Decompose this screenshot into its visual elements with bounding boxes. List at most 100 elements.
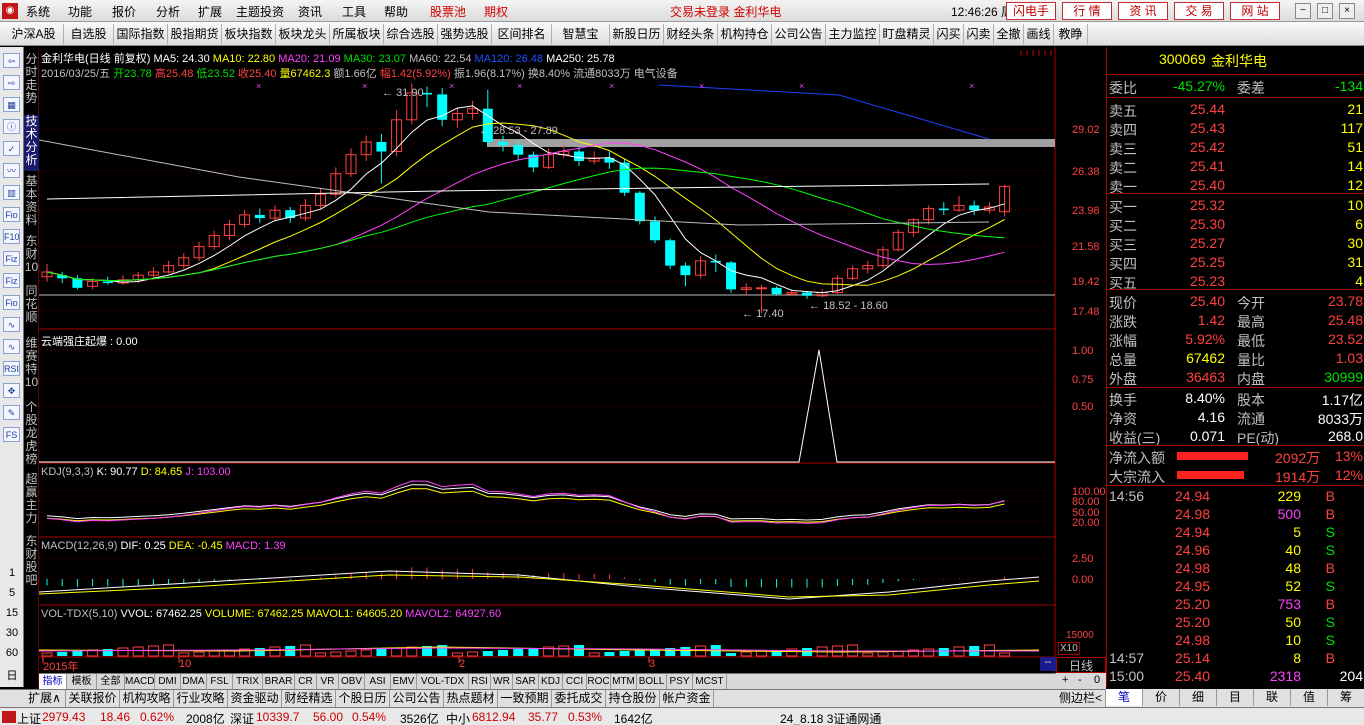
indicator-tab[interactable]: SAR	[513, 674, 539, 689]
right-panel-tab[interactable]: 联	[1254, 689, 1291, 706]
toolbar-item[interactable]: 主力监控	[826, 24, 880, 44]
indicator-tab[interactable]: PSY	[667, 674, 693, 689]
menu-item[interactable]: 分析	[156, 3, 180, 20]
vertical-tab[interactable]: 技术分析	[24, 115, 39, 171]
menu-item[interactable]: 报价	[112, 3, 136, 20]
indicator-tab[interactable]: ASI	[365, 674, 391, 689]
bottom-tab[interactable]: 持仓股份	[606, 690, 660, 707]
move-icon[interactable]: ✥	[3, 383, 20, 398]
toolbar-item[interactable]: 全撤	[994, 24, 1024, 44]
fio-icon[interactable]: Fio	[3, 207, 20, 222]
right-panel-tab[interactable]: 价	[1143, 689, 1180, 706]
menu-item[interactable]: 主题投资	[236, 3, 284, 20]
toolbar-item[interactable]: 板块龙头	[276, 24, 330, 44]
indicator-tab[interactable]: EMV	[391, 674, 417, 689]
indicator-tab[interactable]: DMI	[155, 674, 181, 689]
vertical-tab[interactable]: 基本资料	[24, 175, 39, 231]
indicator-tab[interactable]: OBV	[339, 674, 365, 689]
vertical-tab[interactable]: 同花顺	[24, 285, 39, 333]
fs-icon[interactable]: FS	[3, 427, 20, 442]
right-panel-tab[interactable]: 值	[1291, 689, 1328, 706]
vertical-tab[interactable]: 分时走势	[24, 53, 39, 109]
indicator-tab[interactable]: MACD	[125, 674, 155, 689]
line-icon[interactable]: 〰	[3, 163, 20, 178]
indicator-tab[interactable]: BOLL	[637, 674, 667, 689]
toolbar-item[interactable]: 财经头条	[664, 24, 718, 44]
right-panel-tab[interactable]: 筹	[1328, 689, 1364, 706]
top-right-button[interactable]: 闪电手	[1006, 2, 1056, 20]
indicator-tab[interactable]: WR	[491, 674, 513, 689]
indicator-tab[interactable]: CCI	[563, 674, 587, 689]
maximize-icon[interactable]: □	[1317, 3, 1333, 19]
period-button[interactable]: 60	[0, 647, 24, 659]
menu-extra[interactable]: 股票池	[430, 3, 466, 20]
indicator-tab[interactable]: FSL	[207, 674, 233, 689]
nav-right-icon[interactable]: ⇨	[3, 75, 20, 90]
toolbar-item[interactable]: 闪买	[934, 24, 964, 44]
indicator-tab[interactable]: 指标	[39, 674, 67, 689]
toolbar-item[interactable]: 公司公告	[772, 24, 826, 44]
top-right-button[interactable]: 网 站	[1230, 2, 1280, 20]
toolbar-item[interactable]: 机构持仓	[718, 24, 772, 44]
toolbar-item[interactable]: 强势选股	[438, 24, 492, 44]
top-right-button[interactable]: 行 情	[1062, 2, 1112, 20]
indicator-tab[interactable]: ROC	[587, 674, 611, 689]
fio2-icon[interactable]: Fio	[3, 295, 20, 310]
right-panel-tab[interactable]: 笔	[1106, 689, 1143, 706]
toolbar-item[interactable]: 综合选股	[384, 24, 438, 44]
menu-item[interactable]: 系统	[26, 3, 50, 20]
nav-left-icon[interactable]: ⇦	[3, 53, 20, 68]
bottom-tab[interactable]: 公司公告	[390, 690, 444, 707]
indicator-tab[interactable]: RSI	[469, 674, 491, 689]
toolbar-item[interactable]: 区间排名	[492, 24, 552, 44]
vertical-tab[interactable]: 维赛特10	[24, 337, 39, 397]
wave-icon[interactable]: ∿	[3, 317, 20, 332]
toolbar-item[interactable]: 盯盘精灵	[880, 24, 934, 44]
indicator-control[interactable]: +	[1062, 674, 1068, 686]
pen-icon[interactable]: ✎	[3, 405, 20, 420]
rsi-icon[interactable]: RSI	[3, 361, 20, 376]
bottom-tab[interactable]: 委托成交	[552, 690, 606, 707]
vertical-tab[interactable]: 东财股吧	[24, 535, 39, 595]
period-button[interactable]: 30	[0, 627, 24, 639]
vertical-tab[interactable]: 超赢主力	[24, 473, 39, 531]
bottom-tab[interactable]: 热点题材	[444, 690, 498, 707]
indicator-tab[interactable]: KDJ	[539, 674, 563, 689]
toolbar-item[interactable]: 画线	[1024, 24, 1054, 44]
fiz-icon[interactable]: Fiz	[3, 251, 20, 266]
indicator-control[interactable]: 0	[1094, 674, 1100, 686]
period-label[interactable]: 日线	[1056, 657, 1106, 673]
toolbar-item[interactable]: 国际指数	[114, 24, 168, 44]
check-icon[interactable]: ✓	[3, 141, 20, 156]
indicator-tab[interactable]: CR	[295, 674, 317, 689]
indicator-tab[interactable]: TRIX	[233, 674, 263, 689]
bottom-tab[interactable]: 机构攻略	[120, 690, 174, 707]
top-right-button[interactable]: 交 易	[1174, 2, 1224, 20]
toolbar-item[interactable]: 闪卖	[964, 24, 994, 44]
side-panel-toggle[interactable]: 侧边栏<	[1056, 690, 1106, 707]
wave2-icon[interactable]: ∿	[3, 339, 20, 354]
menu-item[interactable]: 资讯	[298, 3, 322, 20]
bottom-tab[interactable]: 一致预期	[498, 690, 552, 707]
toolbar-item[interactable]: 新股日历	[610, 24, 664, 44]
period-button[interactable]: 1	[0, 567, 24, 579]
indicator-tab[interactable]: MCST	[693, 674, 727, 689]
vertical-tab[interactable]: 个股龙虎榜	[24, 401, 39, 469]
bottom-tab[interactable]: 财经精选	[282, 690, 336, 707]
menu-item[interactable]: 功能	[68, 3, 92, 20]
close-icon[interactable]: ×	[1339, 3, 1355, 19]
indicator-control[interactable]: -	[1078, 674, 1082, 686]
toolbar-item[interactable]: 自选股	[64, 24, 114, 44]
right-panel-tab[interactable]: 目	[1217, 689, 1254, 706]
indicator-tab[interactable]: MTM	[611, 674, 637, 689]
chart-canvas[interactable]: × × × × × × × ×	[39, 47, 1056, 673]
indicator-tab[interactable]: 模板	[67, 674, 97, 689]
bottom-tab[interactable]: 帐户资金	[660, 690, 714, 707]
indicator-tab[interactable]: VR	[317, 674, 339, 689]
grid-icon[interactable]: ▦	[3, 97, 20, 112]
toolbar-item[interactable]: 所属板块	[330, 24, 384, 44]
info-icon[interactable]: ⓘ	[3, 119, 20, 134]
period-button[interactable]: 15	[0, 607, 24, 619]
toolbar-item[interactable]: 板块指数	[222, 24, 276, 44]
right-panel-tab[interactable]: 细	[1180, 689, 1217, 706]
